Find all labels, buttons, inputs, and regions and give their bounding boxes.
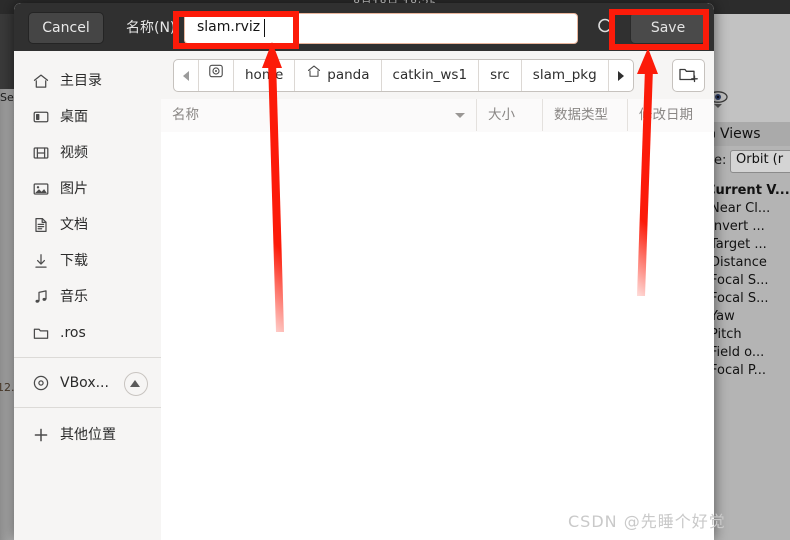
- new-folder-icon: [679, 68, 698, 83]
- sidebar-item-4[interactable]: 图片: [14, 171, 161, 207]
- sidebar-item-device[interactable]: VBox...: [14, 365, 161, 401]
- home-icon: [32, 72, 50, 90]
- breadcrumb: home panda catkin_ws1 src slam_pkg: [173, 59, 634, 92]
- sidebar-item-label: 桌面: [60, 109, 88, 125]
- folder-icon: [32, 324, 50, 342]
- eject-triangle: [130, 380, 140, 387]
- column-header-label: 名称: [172, 107, 199, 123]
- sidebar-item-5[interactable]: 文档: [14, 207, 161, 243]
- sidebar-item-label: 下载: [60, 253, 88, 269]
- filename-input[interactable]: slam.rviz: [184, 13, 578, 44]
- rviz-tree-item-10[interactable]: Field o...: [710, 345, 764, 360]
- sidebar-separator: [14, 407, 161, 408]
- column-header-3[interactable]: 数据类型: [543, 99, 628, 131]
- documents-icon: [32, 216, 50, 234]
- sidebar-item-2[interactable]: 桌面: [14, 99, 161, 135]
- path-bar: home panda catkin_ws1 src slam_pkg: [161, 51, 714, 100]
- target-icon: [208, 60, 224, 91]
- column-header-label: 数据类型: [554, 107, 608, 123]
- rviz-tree-item-3[interactable]: Invert ...: [710, 219, 765, 234]
- sidebar-item-7[interactable]: 音乐: [14, 279, 161, 315]
- search-icon: [598, 18, 615, 36]
- column-header-label: 大小: [488, 107, 515, 123]
- pictures-icon: [32, 180, 50, 198]
- breadcrumb-label: slam_pkg: [532, 67, 597, 83]
- disc-icon: [32, 374, 50, 392]
- chevron-left-icon: [183, 70, 189, 81]
- new-folder-button[interactable]: [672, 59, 705, 92]
- rviz-type-value: Orbit (r: [736, 152, 784, 167]
- breadcrumb-target-icon[interactable]: [199, 60, 234, 91]
- sidebar-item-1[interactable]: 主目录: [14, 63, 161, 99]
- plus-icon: [32, 426, 50, 444]
- rviz-tree-item-5[interactable]: Distance: [710, 255, 767, 270]
- search-button[interactable]: [590, 12, 622, 42]
- column-header-label: 修改日期: [639, 107, 693, 123]
- breadcrumb-item-catkin_ws1[interactable]: catkin_ws1: [382, 60, 480, 91]
- music-icon: [32, 288, 50, 306]
- sidebar-item-label: 音乐: [60, 289, 88, 305]
- cancel-button[interactable]: Cancel: [28, 12, 104, 44]
- save-button[interactable]: Save: [630, 12, 706, 44]
- places-sidebar: 主目录桌面视频图片文档下载音乐 .ros VBox... 其他位置: [14, 51, 162, 540]
- breadcrumb-label: catkin_ws1: [392, 67, 468, 83]
- sidebar-item-8[interactable]: .ros: [14, 315, 161, 351]
- breadcrumb-item-src[interactable]: src: [479, 60, 522, 91]
- rviz-views-title: Views: [720, 126, 761, 142]
- sidebar-item-label: VBox...: [60, 375, 109, 391]
- desktop-icon: [32, 108, 50, 126]
- rviz-tree-item-2[interactable]: Near Cl...: [710, 201, 770, 216]
- watermark: CSDN @先睡个好觉: [568, 512, 726, 531]
- sidebar-item-label: 图片: [60, 181, 88, 197]
- rviz-tree-item-6[interactable]: Focal S...: [710, 273, 768, 288]
- chevron-right-icon: [617, 70, 624, 81]
- breadcrumb-item-slam_pkg[interactable]: slam_pkg: [522, 60, 609, 91]
- breadcrumb-chevron-left-icon[interactable]: [174, 60, 199, 91]
- sidebar-item-label: 文档: [60, 217, 88, 233]
- rviz-tree-item-11[interactable]: Focal P...: [710, 363, 766, 378]
- chevron-down-icon[interactable]: [714, 104, 722, 108]
- sidebar-item-label: 视频: [60, 145, 88, 161]
- sidebar-item-other-locations[interactable]: 其他位置: [14, 417, 161, 453]
- filename-input-value: slam.rviz: [197, 19, 261, 35]
- sidebar-item-label: 其他位置: [60, 427, 116, 443]
- sidebar-item-label: 主目录: [60, 73, 102, 89]
- sidebar-item-6[interactable]: 下载: [14, 243, 161, 279]
- save-file-dialog: Cancel 名称(N) slam.rviz Save 主目录桌面视频图片文档下…: [14, 3, 714, 540]
- rviz-tree-item-9[interactable]: Pitch: [710, 327, 742, 342]
- sidebar-separator: [14, 357, 161, 358]
- breadcrumb-label: home: [245, 67, 284, 83]
- column-headers: 名称 大小 数据类型 修改日期: [161, 99, 714, 133]
- text-caret: [264, 19, 265, 37]
- column-header-1[interactable]: 名称: [161, 99, 477, 131]
- sidebar-item-label: .ros: [60, 325, 86, 341]
- rviz-tree-item-1[interactable]: Current V...: [706, 183, 790, 198]
- dialog-headerbar: Cancel 名称(N) slam.rviz Save: [14, 3, 714, 52]
- rviz-tree-item-4[interactable]: Target ...: [710, 237, 767, 252]
- eject-icon[interactable]: [124, 372, 148, 396]
- breadcrumb-label: panda: [327, 67, 370, 83]
- download-icon: [32, 252, 50, 270]
- file-browser: home panda catkin_ws1 src slam_pkg 名称 大小 数据类型 修…: [161, 51, 714, 540]
- breadcrumb-chevron-right-icon[interactable]: [609, 60, 633, 91]
- video-icon: [32, 144, 50, 162]
- sidebar-item-3[interactable]: 视频: [14, 135, 161, 171]
- rviz-tree-item-7[interactable]: Focal S...: [710, 291, 768, 306]
- breadcrumb-item-home[interactable]: home: [234, 60, 296, 91]
- column-header-4[interactable]: 修改日期: [628, 99, 714, 131]
- file-list[interactable]: [161, 132, 714, 540]
- breadcrumb-item-panda[interactable]: panda: [295, 60, 382, 91]
- name-field-label: 名称(N): [126, 20, 176, 36]
- breadcrumb-label: src: [490, 67, 510, 83]
- column-header-2[interactable]: 大小: [477, 99, 543, 131]
- home-icon: [306, 60, 322, 91]
